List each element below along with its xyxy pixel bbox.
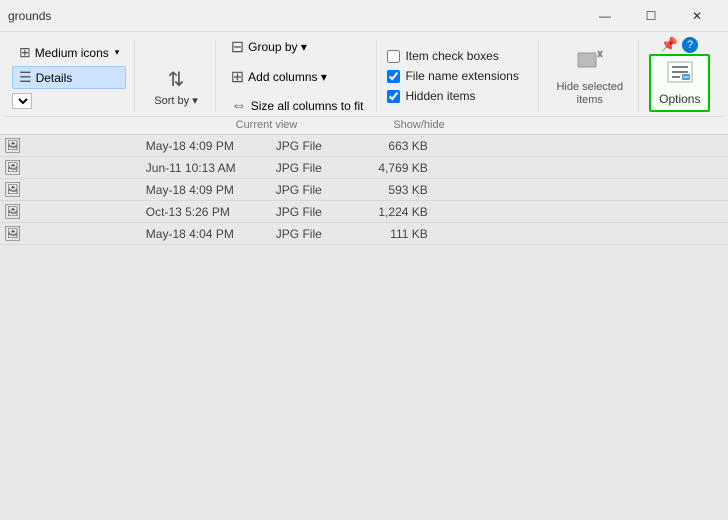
file-name-extensions-row[interactable]: File name extensions [387, 68, 518, 84]
hide-selected-section: Hide selecteditems [541, 40, 639, 112]
sort-section-label [134, 117, 194, 134]
views-label [4, 117, 134, 134]
file-explorer-window: grounds — ☐ ✕ ⊞ Medium icons ▾ ☰ Details [0, 0, 728, 520]
group-by-label: Group by ▾ [248, 40, 307, 54]
options-label: Options [659, 92, 700, 106]
window-controls: — ☐ ✕ [582, 0, 720, 32]
view-dropdown[interactable] [12, 93, 32, 109]
medium-icons-button[interactable]: ⊞ Medium icons ▾ [12, 41, 126, 64]
file-type: JPG File [276, 205, 356, 219]
size-all-icon: ⇔ [231, 97, 247, 115]
hide-selected-button[interactable]: Hide selecteditems [549, 44, 630, 112]
ribbon: ⊞ Medium icons ▾ ☰ Details ⇅ [0, 32, 728, 135]
file-type: JPG File [276, 227, 356, 241]
file-date: Oct-13 5:26 PM [146, 205, 276, 219]
file-date: May-18 4:09 PM [146, 139, 276, 153]
file-size: 111 KB [356, 227, 436, 241]
file-icon: 🖼 [4, 203, 22, 220]
file-list-container: 🖼 May-18 4:09 PM JPG File 663 KB 🖼 Jun-1… [0, 135, 728, 520]
add-columns-icon: ⊞ [231, 67, 244, 87]
file-type: JPG File [276, 183, 356, 197]
pin-icon: 📌 [661, 36, 678, 53]
group-by-icon: ⊟ [231, 37, 244, 57]
item-checkboxes-label: Item check boxes [405, 49, 498, 63]
maximize-button[interactable]: ☐ [628, 0, 674, 32]
table-row[interactable]: 🖼 May-18 4:04 PM JPG File 111 KB [0, 223, 728, 245]
item-checkboxes-row[interactable]: Item check boxes [387, 48, 498, 64]
file-size: 663 KB [356, 139, 436, 153]
hide-selected-icon [576, 49, 604, 79]
file-name-extensions-label: File name extensions [405, 69, 518, 83]
file-name-extensions-checkbox[interactable] [387, 70, 400, 83]
toolbar-row: ⊞ Medium icons ▾ ☰ Details ⇅ [4, 36, 724, 116]
file-icon: 🖼 [4, 159, 22, 176]
add-columns-button[interactable]: ⊞ Add columns ▾ [226, 64, 332, 90]
medium-icons-icon: ⊞ [19, 44, 31, 61]
minimize-button[interactable]: — [582, 0, 628, 32]
medium-icons-chevron: ▾ [115, 47, 120, 58]
labels-row: Current view Show/hide [4, 116, 724, 134]
group-by-button[interactable]: ⊟ Group by ▾ [226, 34, 312, 60]
table-row[interactable]: 🖼 Oct-13 5:26 PM JPG File 1,224 KB [0, 201, 728, 223]
size-all-label: Size all columns to fit [251, 99, 364, 113]
views-section: ⊞ Medium icons ▾ ☰ Details [4, 40, 135, 112]
add-columns-label: Add columns ▾ [248, 70, 327, 84]
file-icon: 🖼 [4, 225, 22, 242]
file-size: 1,224 KB [356, 205, 436, 219]
file-date: May-18 4:04 PM [146, 227, 276, 241]
details-button[interactable]: ☰ Details [12, 66, 126, 89]
pin-area: 📌 ? [661, 36, 698, 53]
file-icon: 🖼 [4, 137, 22, 154]
medium-icons-label: Medium icons [35, 46, 109, 60]
file-icon: 🖼 [4, 181, 22, 198]
window-title: grounds [8, 9, 51, 23]
hide-selected-label: Hide selecteditems [556, 81, 623, 107]
file-date: Jun-11 10:13 AM [146, 161, 276, 175]
hidden-items-checkbox[interactable] [387, 90, 400, 103]
table-row[interactable]: 🖼 May-18 4:09 PM JPG File 593 KB [0, 179, 728, 201]
help-icon[interactable]: ? [682, 37, 698, 53]
item-checkboxes-checkbox[interactable] [387, 50, 400, 63]
sort-icon: ⇅ [168, 67, 185, 92]
details-label: Details [36, 71, 73, 85]
options-button[interactable]: Options [649, 54, 710, 112]
show-hide-section: Item check boxes File name extensions Hi… [379, 40, 539, 112]
close-button[interactable]: ✕ [674, 0, 720, 32]
title-bar: grounds — ☐ ✕ [0, 0, 728, 32]
sort-button[interactable]: ⇅ Sort by ▾ [145, 62, 206, 112]
show-hide-label: Show/hide [339, 117, 499, 134]
table-row[interactable]: 🖼 May-18 4:09 PM JPG File 663 KB [0, 135, 728, 157]
size-all-columns-button[interactable]: ⇔ Size all columns to fit [226, 94, 369, 118]
current-view-label: Current view [194, 117, 339, 134]
table-row[interactable]: 🖼 Jun-11 10:13 AM JPG File 4,769 KB [0, 157, 728, 179]
file-date: May-18 4:09 PM [146, 183, 276, 197]
hide-section-label [499, 117, 571, 134]
hidden-items-row[interactable]: Hidden items [387, 88, 475, 104]
current-view-section: ⊟ Group by ▾ ⊞ Add columns ▾ ⇔ Size all … [218, 40, 378, 112]
options-icon [666, 60, 694, 90]
hidden-items-label: Hidden items [405, 89, 475, 103]
file-size: 593 KB [356, 183, 436, 197]
file-size: 4,769 KB [356, 161, 436, 175]
file-type: JPG File [276, 161, 356, 175]
file-list: 🖼 May-18 4:09 PM JPG File 663 KB 🖼 Jun-1… [0, 135, 728, 520]
sort-section: ⇅ Sort by ▾ [137, 40, 215, 112]
file-type: JPG File [276, 139, 356, 153]
details-icon: ☰ [19, 69, 32, 86]
options-section-label [571, 117, 643, 134]
sort-label: Sort by ▾ [154, 94, 197, 107]
